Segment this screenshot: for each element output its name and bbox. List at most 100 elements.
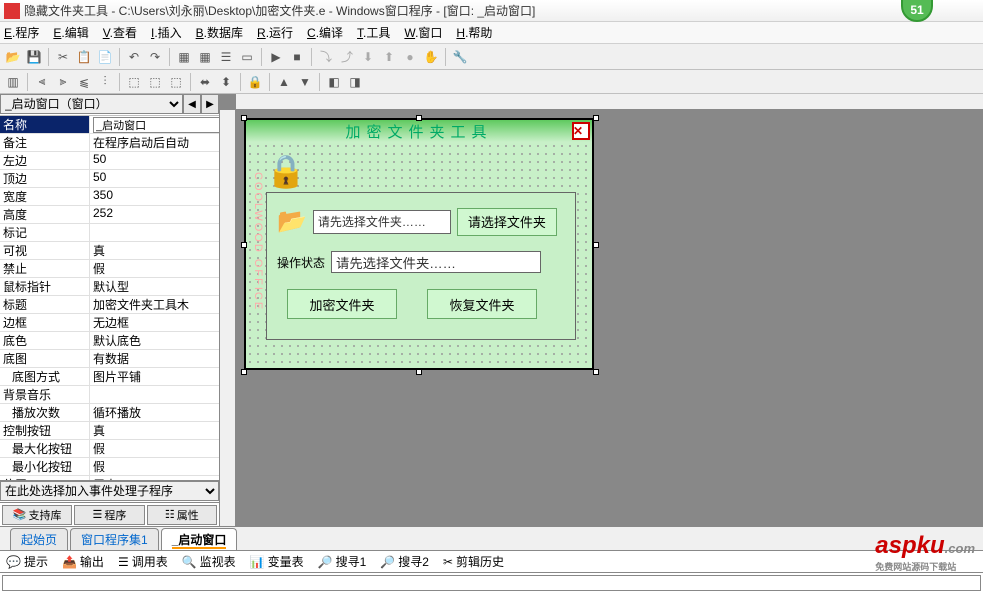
property-row[interactable]: 最小化按钮假 <box>0 458 219 476</box>
stop-icon[interactable]: ■ <box>288 48 306 66</box>
menu-database[interactable]: B.数据库 <box>196 24 243 41</box>
encrypt-button[interactable]: 加密文件夹 <box>287 289 397 319</box>
folder-path-input[interactable] <box>313 210 451 234</box>
event-selector[interactable]: 在此处选择加入事件处理子程序 <box>0 481 219 501</box>
property-row[interactable]: 底色默认底色 <box>0 332 219 350</box>
output-tab[interactable]: 💬 提示 <box>6 553 48 570</box>
selection-handle[interactable] <box>416 369 422 375</box>
output-tab[interactable]: ✂ 剪辑历史 <box>443 553 504 570</box>
nav-next-icon[interactable]: ▶ <box>201 94 219 114</box>
run-icon[interactable]: ▶ <box>267 48 285 66</box>
properties-button[interactable]: ☷属性 <box>147 505 217 525</box>
close-icon[interactable]: ✕ <box>572 122 590 140</box>
form-icon[interactable]: ▭ <box>238 48 256 66</box>
menu-program[interactable]: E.程序 <box>4 24 39 41</box>
output-textbox[interactable] <box>2 575 981 591</box>
output-tab[interactable]: 🔍 监视表 <box>182 553 236 570</box>
align-right-icon[interactable]: ⫹ <box>75 73 93 91</box>
output-tab[interactable]: ☰ 调用表 <box>118 553 168 570</box>
misc-icon[interactable]: ◧ <box>325 73 343 91</box>
output-tab[interactable]: 🔎 搜寻1 <box>318 553 367 570</box>
step-icon[interactable]: ⬆ <box>380 48 398 66</box>
property-row[interactable]: 底图方式图片平铺 <box>0 368 219 386</box>
property-row[interactable]: 顶边50 <box>0 170 219 188</box>
tool-icon[interactable]: 🔧 <box>451 48 469 66</box>
property-row[interactable]: 左边50 <box>0 152 219 170</box>
property-row[interactable]: 控制按钮真 <box>0 422 219 440</box>
property-row[interactable]: 可视真 <box>0 242 219 260</box>
breakpoint-icon[interactable]: ● <box>401 48 419 66</box>
property-row[interactable]: 鼠标指针默认型 <box>0 278 219 296</box>
selection-handle[interactable] <box>416 115 422 121</box>
object-selector[interactable]: _启动窗口（窗口） <box>0 94 183 114</box>
selection-handle[interactable] <box>241 115 247 121</box>
align-top-icon[interactable]: ⫶ <box>96 73 114 91</box>
menu-run[interactable]: R.运行 <box>257 24 293 41</box>
save-icon[interactable]: 💾 <box>25 48 43 66</box>
property-row[interactable]: 宽度350 <box>0 188 219 206</box>
order-icon[interactable]: ▼ <box>296 73 314 91</box>
align-icon[interactable]: ▥ <box>4 73 22 91</box>
nav-prev-icon[interactable]: ◀ <box>183 94 201 114</box>
order-icon[interactable]: ▲ <box>275 73 293 91</box>
undo-icon[interactable]: ↶ <box>125 48 143 66</box>
property-row[interactable]: 备注在程序启动后自动 <box>0 134 219 152</box>
status-input[interactable] <box>331 251 541 273</box>
menu-insert[interactable]: I.插入 <box>151 24 182 41</box>
size-icon[interactable]: ⬌ <box>196 73 214 91</box>
align-left-icon[interactable]: ⫷ <box>33 73 51 91</box>
paste-icon[interactable]: 📄 <box>96 48 114 66</box>
menu-compile[interactable]: C.编译 <box>307 24 343 41</box>
property-row[interactable]: 最大化按钮假 <box>0 440 219 458</box>
menu-window[interactable]: W.窗口 <box>404 24 442 41</box>
menu-view[interactable]: V.查看 <box>103 24 137 41</box>
size-icon[interactable]: ⬍ <box>217 73 235 91</box>
redo-icon[interactable]: ↷ <box>146 48 164 66</box>
property-row[interactable]: 名称… <box>0 116 219 134</box>
property-row[interactable]: 背景音乐 <box>0 386 219 404</box>
open-icon[interactable]: 📂 <box>4 48 22 66</box>
step-icon[interactable]: ⤴ <box>338 48 356 66</box>
property-row[interactable]: 底图有数据 <box>0 350 219 368</box>
property-row[interactable]: 边框无边框 <box>0 314 219 332</box>
dist-icon[interactable]: ⬚ <box>146 73 164 91</box>
copy-icon[interactable]: 📋 <box>75 48 93 66</box>
misc-icon[interactable]: ◨ <box>346 73 364 91</box>
hand-icon[interactable]: ✋ <box>422 48 440 66</box>
cut-icon[interactable]: ✂ <box>54 48 72 66</box>
restore-button[interactable]: 恢复文件夹 <box>427 289 537 319</box>
property-row[interactable]: 播放次数循环播放 <box>0 404 219 422</box>
browse-button[interactable]: 请选择文件夹 <box>457 208 557 236</box>
design-canvas[interactable]: 加密文件夹工具 ✕ COOLWOOD OFFICE 🔒 📂 请选择文件夹 操作状… <box>236 110 983 526</box>
grid-icon[interactable]: ▦ <box>175 48 193 66</box>
lock-icon[interactable]: 🔒 <box>246 73 264 91</box>
dist-icon[interactable]: ⬚ <box>167 73 185 91</box>
support-lib-button[interactable]: 📚支持库 <box>2 505 72 525</box>
list-icon[interactable]: ☰ <box>217 48 235 66</box>
form-window[interactable]: 加密文件夹工具 ✕ COOLWOOD OFFICE 🔒 📂 请选择文件夹 操作状… <box>244 118 594 370</box>
document-tab[interactable]: _启动窗口 <box>161 528 238 550</box>
property-row[interactable]: 标记 <box>0 224 219 242</box>
align-center-icon[interactable]: ⫸ <box>54 73 72 91</box>
dist-icon[interactable]: ⬚ <box>125 73 143 91</box>
menu-edit[interactable]: E.编辑 <box>53 24 88 41</box>
document-tab[interactable]: 起始页 <box>10 528 68 550</box>
grid-icon[interactable]: ▦ <box>196 48 214 66</box>
menu-tools[interactable]: T.工具 <box>357 24 390 41</box>
output-tab[interactable]: 📊 变量表 <box>250 553 304 570</box>
selection-handle[interactable] <box>593 369 599 375</box>
property-value-input[interactable] <box>93 117 219 133</box>
selection-handle[interactable] <box>593 115 599 121</box>
output-tab[interactable]: 📤 输出 <box>62 553 104 570</box>
step-icon[interactable]: ⤵ <box>317 48 335 66</box>
property-grid[interactable]: 名称…备注在程序启动后自动左边50顶边50宽度350高度252标记可视真禁止假鼠… <box>0 116 219 480</box>
output-tab[interactable]: 🔎 搜寻2 <box>380 553 429 570</box>
step-icon[interactable]: ⬇ <box>359 48 377 66</box>
menu-help[interactable]: H.帮助 <box>456 24 492 41</box>
property-row[interactable]: 高度252 <box>0 206 219 224</box>
selection-handle[interactable] <box>241 369 247 375</box>
property-row[interactable]: 禁止假 <box>0 260 219 278</box>
property-row[interactable]: 标题加密文件夹工具木 <box>0 296 219 314</box>
selection-handle[interactable] <box>241 242 247 248</box>
selection-handle[interactable] <box>593 242 599 248</box>
